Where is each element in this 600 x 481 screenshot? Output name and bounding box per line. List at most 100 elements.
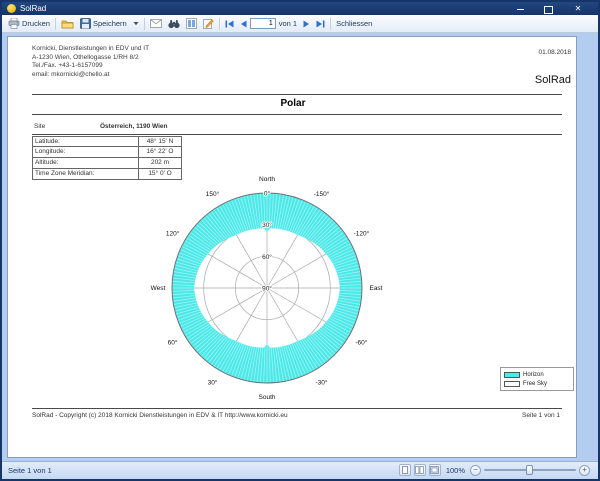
- zoom-slider[interactable]: [484, 464, 576, 476]
- prev-page-icon: [240, 20, 247, 28]
- report-page: Kornicki, Dienstleistungen in EDV und IT…: [7, 36, 577, 458]
- last-page-button[interactable]: [313, 16, 328, 31]
- horizon-swatch: [504, 372, 520, 378]
- title-rule: [32, 114, 562, 115]
- footer-page-number: Seite 1 von 1: [522, 412, 560, 419]
- detail-label: Time Zone Meridian:: [33, 169, 138, 179]
- header-rule: [32, 94, 562, 95]
- svg-text:30°: 30°: [262, 221, 272, 229]
- zoom-in-button[interactable]: +: [579, 465, 590, 476]
- freesky-swatch: [504, 381, 520, 387]
- page-of-label: von 1: [279, 19, 297, 28]
- company-line: email: mkornicki@chello.at: [32, 71, 149, 80]
- svg-text:0°: 0°: [264, 190, 271, 198]
- last-page-icon: [316, 20, 325, 28]
- statusbar: Seite 1 von 1 100% − +: [2, 461, 598, 479]
- print-button[interactable]: Drucken: [5, 16, 53, 31]
- toolbar: Drucken Speichern: [2, 15, 598, 33]
- edit-icon: [203, 18, 214, 29]
- printer-icon: [8, 18, 20, 29]
- report-title: Polar: [8, 98, 578, 109]
- polar-chart: 0° 30° 60° 90° North -150° -120° East -60° -30° So…: [127, 143, 407, 433]
- svg-text:120°: 120°: [166, 230, 180, 238]
- svg-text:150°: 150°: [206, 190, 220, 198]
- svg-text:90°: 90°: [262, 285, 272, 293]
- separator: [55, 18, 56, 30]
- page-width-icon: [430, 466, 439, 474]
- save-options-dropdown[interactable]: [130, 16, 142, 31]
- first-page-icon: [225, 20, 234, 28]
- edit-button[interactable]: [200, 16, 217, 31]
- separator: [144, 18, 145, 30]
- view-single-page-button[interactable]: [399, 464, 411, 476]
- footer-copyright: SolRad - Copyright (c) 2018 Kornicki Die…: [32, 412, 288, 419]
- page-setup-button[interactable]: [183, 16, 200, 31]
- svg-text:-30°: -30°: [316, 379, 328, 387]
- status-zoom-controls: 100% − +: [399, 464, 590, 476]
- prev-page-button[interactable]: [237, 16, 250, 31]
- company-line: Tel./Fax. +43-1-6157099: [32, 62, 149, 71]
- binoculars-icon: [168, 19, 180, 29]
- detail-label: Longitude:: [33, 147, 138, 157]
- svg-text:30°: 30°: [208, 379, 218, 387]
- zoom-slider-thumb[interactable]: [526, 465, 533, 475]
- save-label: Speichern: [93, 19, 127, 28]
- email-icon: [150, 19, 162, 28]
- company-line: Kornicki, Dienstleistungen in EDV und IT: [32, 45, 149, 54]
- legend-item: Horizon: [504, 370, 570, 379]
- site-rule: [32, 134, 562, 135]
- email-button[interactable]: [147, 16, 165, 31]
- separator: [330, 18, 331, 30]
- save-icon: [80, 18, 91, 29]
- svg-text:-60°: -60°: [355, 339, 367, 347]
- svg-text:60°: 60°: [168, 339, 178, 347]
- site-value: Österreich, 1190 Wien: [100, 123, 168, 130]
- folder-button[interactable]: [58, 16, 77, 31]
- svg-text:-150°: -150°: [314, 190, 330, 198]
- svg-text:-120°: -120°: [354, 230, 370, 238]
- find-button[interactable]: [165, 16, 183, 31]
- sun-app-icon: [7, 4, 16, 13]
- site-label: Site: [34, 123, 45, 130]
- chart-legend: Horizon Free Sky: [500, 367, 574, 391]
- zoom-out-button[interactable]: −: [470, 465, 481, 476]
- view-multi-page-button[interactable]: [414, 464, 426, 476]
- first-page-button[interactable]: [222, 16, 237, 31]
- status-page-info: Seite 1 von 1: [8, 466, 52, 475]
- svg-text:East: East: [369, 285, 382, 292]
- detail-label: Altitude:: [33, 158, 138, 168]
- svg-text:North: North: [259, 176, 275, 183]
- save-button[interactable]: Speichern: [77, 16, 130, 31]
- company-line: A-1230 Wien, Othellogasse 1/RH 8/2: [32, 54, 149, 63]
- chevron-down-icon: [133, 21, 139, 26]
- close-preview-label: Schliessen: [336, 19, 372, 28]
- window-title: SolRad: [20, 4, 46, 13]
- multi-page-icon: [415, 466, 424, 474]
- legend-item: Free Sky: [504, 379, 570, 388]
- svg-text:South: South: [259, 394, 276, 401]
- columns-icon: [186, 18, 197, 29]
- close-button[interactable]: ✕: [570, 4, 586, 14]
- svg-text:West: West: [151, 285, 166, 292]
- footer-rule: [32, 408, 562, 409]
- detail-label: Latitude:: [33, 137, 138, 146]
- minimize-button[interactable]: [512, 4, 528, 14]
- zoom-level-label: 100%: [446, 466, 465, 475]
- app-name-label: SolRad: [535, 74, 571, 86]
- document-viewport: Kornicki, Dienstleistungen in EDV und IT…: [2, 34, 598, 462]
- single-page-icon: [401, 466, 409, 474]
- close-preview-button[interactable]: Schliessen: [333, 16, 375, 31]
- view-page-width-button[interactable]: [429, 464, 441, 476]
- print-label: Drucken: [22, 19, 50, 28]
- company-address: Kornicki, Dienstleistungen in EDV und IT…: [32, 45, 149, 79]
- sun-logo-icon: [486, 50, 529, 93]
- report-date: 01.08.2018: [538, 49, 571, 56]
- next-page-button[interactable]: [300, 16, 313, 31]
- next-page-icon: [303, 20, 310, 28]
- maximize-button[interactable]: [540, 4, 556, 14]
- page-number-input[interactable]: [250, 18, 276, 29]
- app-window: SolRad ✕ Drucken Speichern: [0, 0, 600, 481]
- separator: [219, 18, 220, 30]
- folder-icon: [61, 19, 74, 29]
- titlebar: SolRad ✕: [2, 2, 598, 15]
